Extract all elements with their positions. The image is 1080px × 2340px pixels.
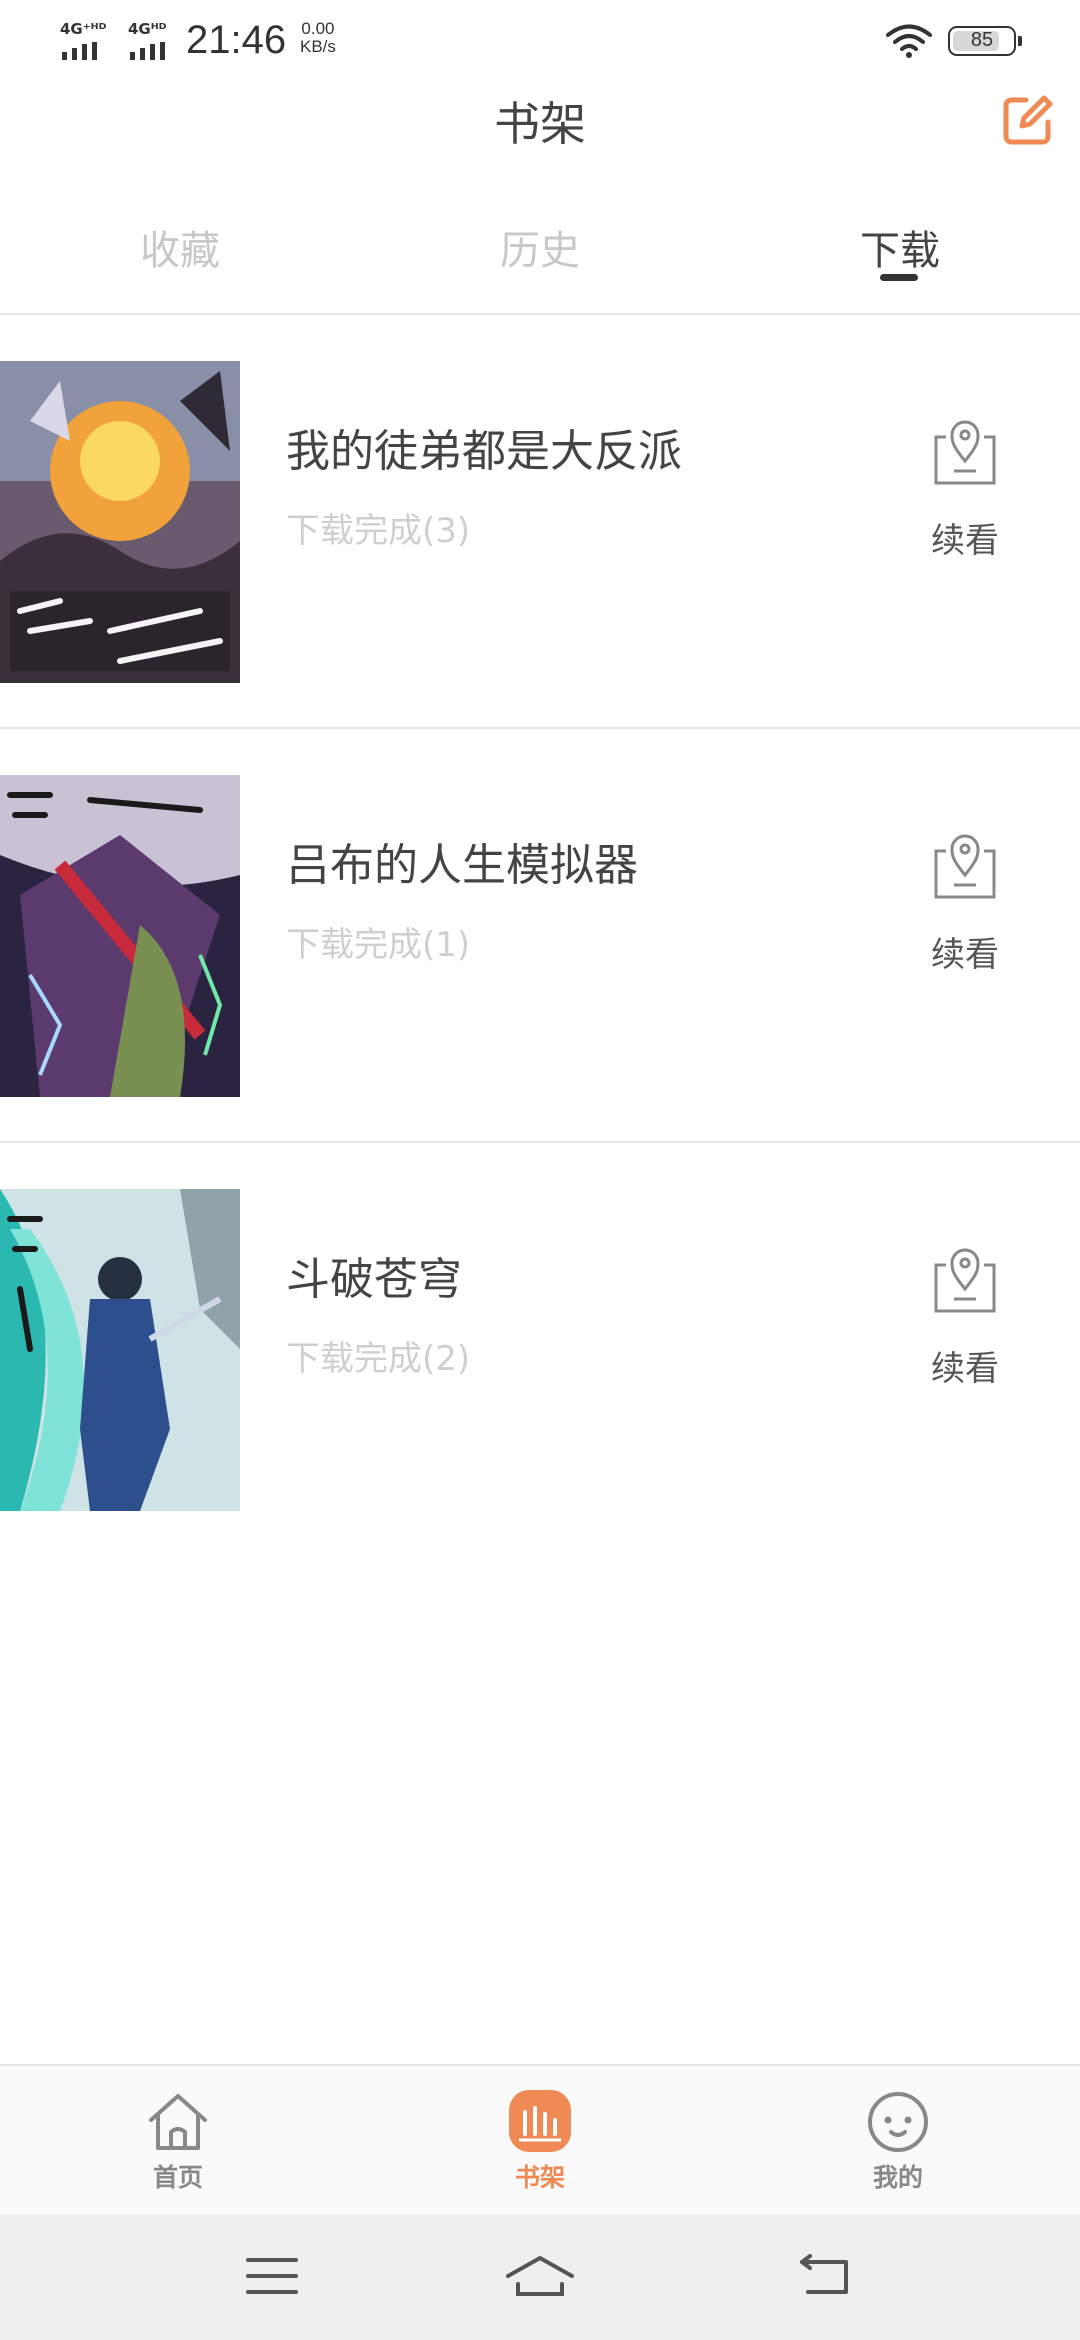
book-cover[interactable] bbox=[0, 361, 240, 683]
status-bar: 4G⁺ᴴᴰ 4Gᴴᴰ 21:46 0.00 KB/s 85 bbox=[0, 0, 1080, 80]
page-title: 书架 bbox=[494, 97, 586, 151]
download-status: 下载完成(3) bbox=[286, 511, 471, 551]
sim2-label: 4Gᴴᴰ bbox=[128, 20, 167, 38]
profile-face-icon bbox=[868, 2092, 928, 2152]
book-row[interactable]: 吕布的人生模拟器 下载完成(1) 续看 bbox=[0, 729, 1080, 1143]
system-navigation-bar bbox=[0, 2214, 1080, 2340]
bottom-navigation: 首页 书架 我的 bbox=[0, 2064, 1080, 2214]
network-speed: 0.00 KB/s bbox=[300, 20, 336, 56]
book-cover[interactable] bbox=[0, 775, 240, 1097]
continue-reading-button[interactable]: 续看 bbox=[900, 829, 1030, 989]
nav-home[interactable]: 首页 bbox=[118, 2086, 238, 2194]
continue-reading-label: 续看 bbox=[931, 935, 999, 975]
nav-profile-label: 我的 bbox=[872, 2163, 923, 2192]
book-row[interactable]: 斗破苍穹 下载完成(2) 续看 bbox=[0, 1143, 1080, 1543]
continue-reading-label: 续看 bbox=[931, 1349, 999, 1389]
download-status: 下载完成(1) bbox=[286, 925, 471, 965]
clock: 21:46 bbox=[186, 18, 287, 62]
back-icon[interactable] bbox=[796, 2254, 852, 2298]
edit-icon bbox=[1003, 95, 1053, 145]
wifi-icon bbox=[886, 24, 932, 58]
continue-reading-label: 续看 bbox=[931, 521, 999, 561]
continue-reading-button[interactable]: 续看 bbox=[900, 1243, 1030, 1403]
bookshelf-icon bbox=[509, 2090, 571, 2152]
home-button-icon[interactable] bbox=[504, 2254, 576, 2298]
map-pin-icon bbox=[934, 834, 996, 899]
tab-history[interactable]: 历史 bbox=[450, 218, 630, 276]
battery-icon: 85 bbox=[948, 26, 1022, 56]
menu-icon[interactable] bbox=[244, 2254, 300, 2298]
edit-button[interactable] bbox=[1000, 92, 1056, 148]
battery-level: 85 bbox=[970, 29, 994, 51]
active-tab-indicator bbox=[880, 274, 918, 281]
nav-bookshelf-label: 书架 bbox=[514, 2163, 565, 2192]
book-title: 我的徒弟都是大反派 bbox=[286, 426, 682, 477]
download-status: 下载完成(2) bbox=[286, 1339, 471, 1379]
map-pin-icon bbox=[934, 420, 996, 485]
nav-bookshelf[interactable]: 书架 bbox=[480, 2086, 600, 2194]
book-cover[interactable] bbox=[0, 1189, 240, 1511]
sim1-label: 4G⁺ᴴᴰ bbox=[60, 20, 107, 38]
nav-home-label: 首页 bbox=[152, 2163, 203, 2192]
continue-reading-button[interactable]: 续看 bbox=[900, 415, 1030, 575]
network-speed-unit: KB/s bbox=[300, 37, 336, 56]
nav-profile[interactable]: 我的 bbox=[838, 2086, 958, 2194]
tab-downloads[interactable]: 下载 bbox=[810, 218, 990, 276]
book-title: 吕布的人生模拟器 bbox=[286, 840, 638, 891]
shelf-tabs: 收藏 历史 下载 bbox=[0, 218, 1080, 288]
home-icon bbox=[149, 2094, 207, 2150]
tab-favorites[interactable]: 收藏 bbox=[90, 218, 270, 276]
map-pin-icon bbox=[934, 1248, 996, 1313]
network-speed-value: 0.00 bbox=[301, 19, 335, 38]
book-title: 斗破苍穹 bbox=[286, 1254, 462, 1305]
book-row[interactable]: 我的徒弟都是大反派 下载完成(3) 续看 bbox=[0, 315, 1080, 729]
